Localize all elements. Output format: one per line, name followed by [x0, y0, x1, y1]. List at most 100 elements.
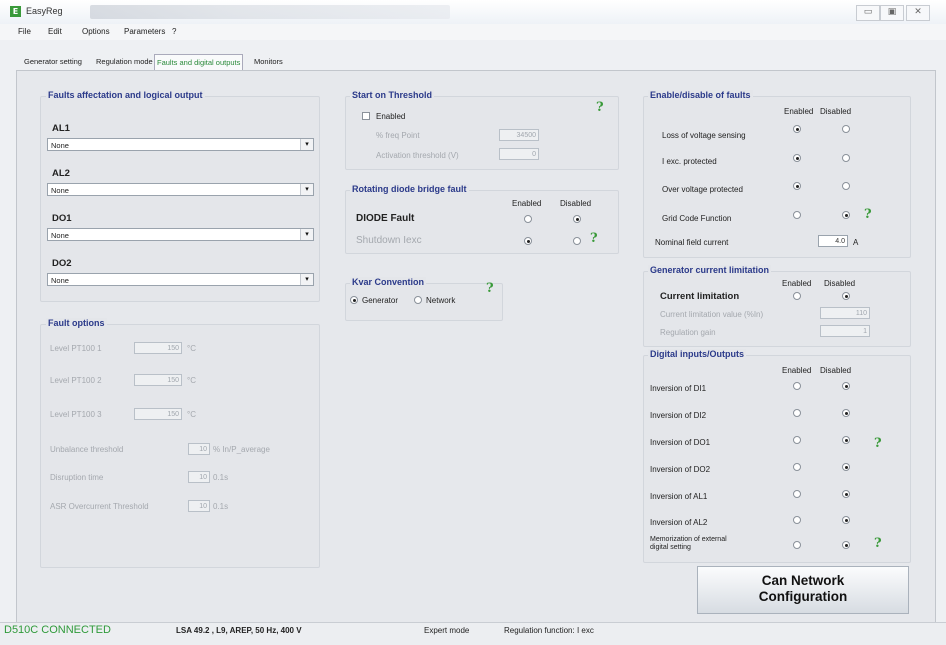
status-bar [0, 622, 946, 645]
shutdown-iexc-disabled-radio[interactable] [573, 237, 581, 245]
nominal-field-current-input[interactable]: 4.0 [818, 235, 848, 247]
current-limitation-col-enabled: Enabled [782, 279, 812, 288]
help-icon[interactable]: ? [874, 536, 882, 551]
diode-fault-label: DIODE Fault [356, 213, 415, 224]
enable-faults-title: Enable/disable of faults [648, 90, 753, 100]
menu-help[interactable]: ? [172, 27, 176, 36]
kvar-network-radio[interactable] [414, 296, 422, 304]
level-pt100-3-input[interactable]: 150 [134, 408, 182, 420]
do1-select[interactable]: None ▾ [47, 228, 314, 241]
menu-edit[interactable]: Edit [48, 27, 62, 36]
faults-affectation-group [40, 96, 320, 302]
asr-overcurrent-input[interactable]: 10 [188, 500, 210, 512]
shutdown-iexc-label: Shutdown Iexc [356, 235, 422, 246]
disruption-time-label: Disruption time [50, 473, 104, 482]
menu-options[interactable]: Options [82, 27, 110, 36]
enable-faults-col-disabled: Disabled [820, 107, 852, 116]
memorization-enabled-radio[interactable] [793, 541, 801, 549]
activation-threshold-input[interactable]: 0 [499, 148, 539, 160]
chevron-down-icon: ▾ [300, 274, 313, 285]
tab-regulation-mode[interactable]: Regulation mode [94, 54, 155, 69]
inversion-do1-disabled-radio[interactable] [842, 436, 850, 444]
start-threshold-checkbox[interactable] [362, 112, 370, 120]
help-icon[interactable]: ? [486, 281, 494, 296]
loss-voltage-enabled-radio[interactable] [793, 125, 801, 133]
inversion-di2-disabled-radio[interactable] [842, 409, 850, 417]
level-pt100-1-input[interactable]: 150 [134, 342, 182, 354]
shutdown-iexc-enabled-radio[interactable] [524, 237, 532, 245]
help-icon[interactable]: ? [596, 100, 604, 115]
enable-faults-col-enabled: Enabled [784, 107, 814, 116]
minimize-button[interactable]: ▭ [856, 5, 880, 21]
grid-code-label: Grid Code Function [662, 214, 732, 223]
level-pt100-2-input[interactable]: 150 [134, 374, 182, 386]
grid-code-enabled-radio[interactable] [793, 211, 801, 219]
current-limitation-value-input[interactable]: 110 [820, 307, 870, 319]
over-voltage-enabled-radio[interactable] [793, 182, 801, 190]
current-limitation-disabled-radio[interactable] [842, 292, 850, 300]
loss-voltage-label: Loss of voltage sensing [662, 131, 746, 140]
tab-faults-digital-outputs[interactable]: Faults and digital outputs [154, 54, 244, 70]
inversion-di1-enabled-radio[interactable] [793, 382, 801, 390]
iexc-protected-label: I exc. protected [662, 157, 717, 166]
help-icon[interactable]: ? [864, 207, 872, 222]
grid-code-disabled-radio[interactable] [842, 211, 850, 219]
al2-select[interactable]: None ▾ [47, 183, 314, 196]
inversion-al2-enabled-radio[interactable] [793, 516, 801, 524]
iexc-protected-disabled-radio[interactable] [842, 154, 850, 162]
inversion-do2-enabled-radio[interactable] [793, 463, 801, 471]
help-icon[interactable]: ? [590, 231, 598, 246]
maximize-button[interactable]: ▣ [880, 5, 904, 21]
start-threshold-enabled-label: Enabled [376, 112, 406, 121]
menu-file[interactable]: File [18, 27, 31, 36]
chevron-down-icon: ▾ [300, 139, 313, 150]
asr-overcurrent-unit: 0.1s [213, 502, 229, 511]
inversion-do1-label: Inversion of DO1 [650, 438, 711, 447]
over-voltage-disabled-radio[interactable] [842, 182, 850, 190]
tab-monitors[interactable]: Monitors [252, 54, 285, 69]
tab-generator-setting[interactable]: Generator setting [22, 54, 84, 69]
title-bar: E EasyReg ▭ ▣ ✕ [0, 0, 946, 25]
al1-label: AL1 [52, 123, 70, 134]
unbalance-threshold-input[interactable]: 10 [188, 443, 210, 455]
disruption-time-input[interactable]: 10 [188, 471, 210, 483]
inversion-do2-disabled-radio[interactable] [842, 463, 850, 471]
regulation-gain-input[interactable]: 1 [820, 325, 870, 337]
level-pt100-3-label: Level PT100 3 [50, 410, 102, 419]
can-network-configuration-label: Can Network Configuration [758, 573, 848, 604]
iexc-protected-enabled-radio[interactable] [793, 154, 801, 162]
do2-select[interactable]: None ▾ [47, 273, 314, 286]
chevron-down-icon: ▾ [300, 184, 313, 195]
inversion-al2-disabled-radio[interactable] [842, 516, 850, 524]
inversion-al1-disabled-radio[interactable] [842, 490, 850, 498]
can-network-configuration-button[interactable]: Can Network Configuration [697, 566, 909, 614]
loss-voltage-disabled-radio[interactable] [842, 125, 850, 133]
mode-status: Expert mode [424, 626, 470, 635]
chevron-down-icon: ▾ [300, 229, 313, 240]
digital-io-title: Digital inputs/Outputs [648, 349, 746, 359]
inversion-al1-label: Inversion of AL1 [650, 492, 708, 501]
diode-col-disabled: Disabled [560, 199, 592, 208]
inversion-al1-enabled-radio[interactable] [793, 490, 801, 498]
al1-select[interactable]: None ▾ [47, 138, 314, 151]
close-button[interactable]: ✕ [906, 5, 930, 21]
kvar-generator-radio[interactable] [350, 296, 358, 304]
freq-point-input[interactable]: 34500 [499, 129, 539, 141]
inversion-di1-disabled-radio[interactable] [842, 382, 850, 390]
diode-fault-enabled-radio[interactable] [524, 215, 532, 223]
memorization-label: Memorization of external digital setting [650, 536, 727, 551]
menu-parameters[interactable]: Parameters [124, 27, 165, 36]
regulation-gain-label: Regulation gain [660, 328, 716, 337]
nominal-field-current-unit: A [853, 238, 859, 247]
regulation-status: Regulation function: I exc [504, 626, 594, 635]
diode-fault-disabled-radio[interactable] [573, 215, 581, 223]
inversion-di1-label: Inversion of DI1 [650, 384, 707, 393]
current-limitation-enabled-radio[interactable] [793, 292, 801, 300]
inversion-do2-label: Inversion of DO2 [650, 465, 711, 474]
inversion-di2-enabled-radio[interactable] [793, 409, 801, 417]
memorization-disabled-radio[interactable] [842, 541, 850, 549]
inversion-di2-label: Inversion of DI2 [650, 411, 707, 420]
inversion-do1-enabled-radio[interactable] [793, 436, 801, 444]
do1-label: DO1 [52, 213, 72, 224]
help-icon[interactable]: ? [874, 436, 882, 451]
